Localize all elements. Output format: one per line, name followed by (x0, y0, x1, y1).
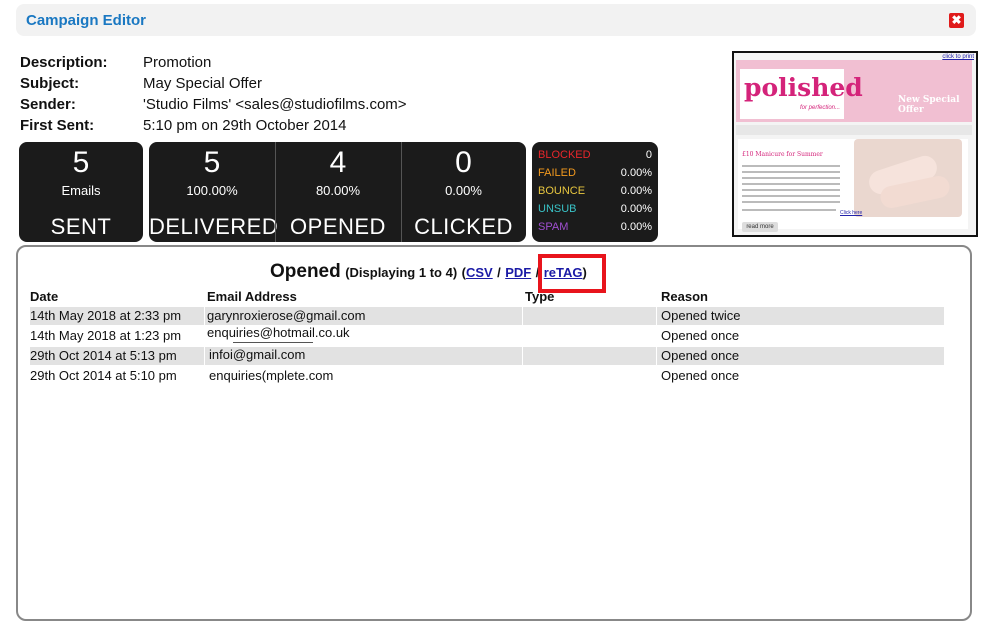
subject-label: Subject: (20, 75, 80, 92)
unsub-label: UNSUB (538, 203, 577, 215)
delivered-caption: DELIVERED (149, 214, 279, 239)
cell-divider (656, 307, 657, 325)
row-email: infoi@gmail.com (209, 347, 306, 362)
preview-text-line (742, 177, 840, 179)
row-date: 29th Oct 2014 at 5:10 pm (30, 368, 177, 383)
cell-divider (522, 347, 523, 365)
row-reason: Opened once (661, 348, 740, 363)
email-preview[interactable]: click to print polished for perfection..… (732, 51, 978, 237)
opened-percent: 80.00% (315, 183, 361, 198)
first-sent-value: 5:10 pm on 29th October 2014 (143, 117, 347, 134)
cell-divider (522, 307, 523, 325)
row-date: 14th May 2018 at 1:23 pm (30, 328, 182, 343)
opened-count: 4 (329, 146, 347, 179)
preview-logo-sub: for perfection... (800, 105, 841, 111)
close-icon[interactable]: ✖ (949, 13, 964, 28)
preview-click-here[interactable]: Click here (840, 210, 862, 216)
panel-title: Opened (270, 261, 341, 282)
cell-divider (204, 307, 205, 325)
row-reason: Opened twice (661, 308, 741, 323)
cell-divider (656, 347, 657, 365)
preview-logo-box: polished for perfection... (740, 69, 863, 119)
issues-stats: BLOCKED 0 FAILED 0.00% BOUNCE 0.00% UNSU… (532, 142, 658, 242)
engagement-stats: 5 100.00% DELIVERED 4 80.00% OPENED 0 0.… (149, 142, 526, 242)
preview-text-line (742, 201, 840, 203)
row-reason: Opened once (661, 368, 740, 383)
opened-caption: OPENED (290, 214, 386, 239)
failed-value: 0.00% (620, 167, 652, 179)
spam-label: SPAM (538, 221, 569, 233)
preview-text-line (742, 165, 840, 167)
csv-link[interactable]: CSV (466, 265, 493, 280)
link-separator: / (497, 265, 501, 280)
unsub-value: 0.00% (620, 203, 652, 215)
sent-stat: 5 Emails SENT (19, 142, 143, 242)
cell-divider (204, 347, 205, 365)
description-value: Promotion (143, 54, 212, 71)
sender-value: 'Studio Films' <sales@studiofilms.com> (143, 96, 407, 113)
delivered-count: 5 (203, 146, 221, 179)
opened-panel: Opened (Displaying 1 to 4) (CSV / PDF / … (16, 245, 972, 621)
pdf-link[interactable]: PDF (505, 265, 531, 280)
spam-row: SPAM 0.00% (538, 221, 652, 239)
preview-headline: New Special Offer (898, 95, 960, 115)
preview-stripe (736, 125, 972, 135)
table-row[interactable]: 14th May 2018 at 2:33 pm garynroxierose@… (30, 307, 944, 325)
sent-sub: Emails (61, 183, 101, 198)
unsub-row: UNSUB 0.00% (538, 203, 652, 221)
failed-label: FAILED (538, 167, 576, 179)
subject-value: May Special Offer (143, 75, 262, 92)
blocked-label: BLOCKED (538, 149, 591, 161)
column-header-reason[interactable]: Reason (661, 289, 708, 304)
clicked-percent: 0.00% (445, 183, 482, 198)
row-date: 14th May 2018 at 2:33 pm (30, 308, 182, 323)
row-email: garynroxierose@gmail.com (207, 308, 366, 323)
preview-text-line (742, 183, 840, 185)
table-row[interactable]: 14th May 2018 at 1:23 pm enquiries@hotma… (30, 325, 944, 345)
sender-label: Sender: (20, 96, 76, 113)
bounce-row: BOUNCE 0.00% (538, 185, 652, 203)
preview-read-more[interactable]: read more (742, 222, 778, 232)
sent-count: 5 (72, 146, 90, 179)
row-reason: Opened once (661, 328, 740, 343)
panel-displaying: (Displaying 1 to 4) (345, 265, 458, 280)
redaction-line (233, 342, 313, 343)
description-label: Description: (20, 54, 108, 71)
clicked-count: 0 (455, 146, 472, 179)
column-header-email[interactable]: Email Address (207, 289, 297, 304)
title-bar: Campaign Editor ✖ (16, 4, 976, 36)
window-title: Campaign Editor (26, 12, 147, 29)
column-header-date[interactable]: Date (30, 289, 58, 304)
sent-column: 5 Emails SENT (19, 142, 143, 242)
row-date: 29th Oct 2014 at 5:13 pm (30, 348, 177, 363)
first-sent-label: First Sent: (20, 117, 95, 134)
sent-caption: SENT (50, 214, 112, 239)
bounce-label: BOUNCE (538, 185, 586, 197)
blocked-row: BLOCKED 0 (538, 149, 652, 167)
preview-text-line (742, 195, 840, 197)
clicked-caption: CLICKED (414, 214, 513, 239)
preview-text-line (742, 171, 840, 173)
opened-column: 4 80.00% OPENED (275, 142, 401, 242)
preview-text-line (742, 189, 840, 191)
table-row[interactable]: 29th Oct 2014 at 5:10 pm enquiries(mplet… (30, 367, 944, 385)
table-row[interactable]: 29th Oct 2014 at 5:13 pm infoi@gmail.com… (30, 347, 944, 365)
row-email: enquiries(mplete.com (209, 368, 334, 383)
preview-logo: polished (744, 73, 863, 102)
preview-text-line (742, 209, 836, 211)
spam-value: 0.00% (620, 221, 652, 233)
bounce-value: 0.00% (620, 185, 652, 197)
row-email: enquiries@hotmail.co.uk (207, 325, 350, 340)
clicked-column: 0 0.00% CLICKED (401, 142, 526, 242)
failed-row: FAILED 0.00% (538, 167, 652, 185)
delivered-percent: 100.00% (186, 183, 238, 198)
retag-highlight-box (538, 254, 606, 293)
delivered-column: 5 100.00% DELIVERED (149, 142, 279, 242)
blocked-value: 0 (645, 149, 652, 161)
preview-content-title: £10 Manicure for Summer (742, 151, 823, 158)
